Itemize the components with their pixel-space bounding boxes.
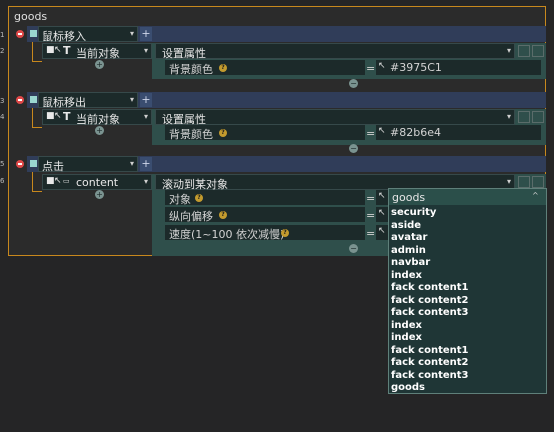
line-number: 3 [0, 97, 5, 105]
line-number: 4 [0, 113, 5, 121]
cursor-icon: ↖ [378, 208, 386, 218]
add-target-icon[interactable]: + [95, 60, 104, 69]
dropdown-option[interactable]: index [391, 320, 541, 332]
dropdown-option[interactable]: aside [391, 220, 541, 232]
action-select[interactable]: 设置属性 ▾ [155, 43, 515, 60]
equals-sign: = [366, 227, 376, 240]
refresh-icon[interactable] [518, 45, 530, 57]
add-target-icon[interactable]: + [95, 190, 104, 199]
equals-sign: = [366, 62, 376, 75]
cursor-icon: ↖ [54, 111, 62, 121]
help-icon: ? [219, 64, 227, 72]
chevron-down-icon: ▾ [143, 46, 148, 55]
image-icon: ▭ [63, 177, 70, 185]
chevron-down-icon: ▾ [143, 177, 148, 186]
cursor-icon: ↖ [54, 45, 62, 55]
chevron-down-icon: ▾ [506, 112, 511, 121]
cursor-icon: ↖ [54, 176, 62, 186]
text-type-icon: T [63, 44, 71, 57]
line-number: 5 [0, 160, 5, 168]
refresh-icon[interactable] [518, 111, 530, 123]
param-value-input[interactable]: ↖ #3975C1 [376, 60, 541, 75]
param-value-input[interactable]: ↖ [376, 207, 388, 222]
param-label-box: 背景颜色 ? [165, 60, 365, 76]
drag-handle-icon[interactable] [30, 160, 37, 167]
settings-icon[interactable] [532, 176, 544, 188]
chevron-up-icon: ^ [532, 191, 539, 200]
cursor-icon: ↖ [378, 226, 386, 236]
dropdown-option[interactable]: index [391, 332, 541, 344]
tree-line [32, 172, 33, 192]
chevron-down-icon: ▾ [506, 46, 511, 55]
equals-sign: = [366, 209, 376, 222]
cursor-icon: ↖ [378, 191, 386, 201]
tree-line [32, 127, 42, 128]
cursor-icon: ↖ [378, 61, 386, 71]
dropdown-option[interactable]: fack content1 [391, 282, 541, 294]
help-icon: ? [219, 129, 227, 137]
param-value-input[interactable]: ↖ [376, 225, 388, 240]
dropdown-option[interactable]: fack content3 [391, 307, 541, 319]
param-label-box: 背景颜色 ? [165, 125, 365, 141]
param-label-box: 纵向偏移 ? [165, 207, 365, 223]
dropdown-option[interactable]: security [391, 207, 541, 219]
line-number: 1 [0, 31, 5, 39]
dropdown-option[interactable]: admin [391, 245, 541, 257]
settings-icon[interactable] [532, 45, 544, 57]
component-title: goods [14, 10, 48, 23]
collapse-icon[interactable]: − [349, 244, 358, 253]
help-icon: ? [281, 229, 289, 237]
chevron-down-icon: ▾ [129, 159, 134, 168]
target-select[interactable]: ■ ↖ ▭ content ▾ [42, 174, 152, 190]
dropdown-option[interactable]: fack content2 [391, 357, 541, 369]
delete-event-icon[interactable] [16, 96, 24, 104]
target-select[interactable]: ■ ↖ T 当前对象 ▾ [42, 109, 152, 126]
help-icon: ? [195, 194, 203, 202]
tree-line [32, 42, 33, 62]
add-action-button[interactable]: + [140, 157, 152, 171]
param-label-box: 对象 ? [165, 190, 365, 206]
collapse-icon[interactable]: − [349, 144, 358, 153]
equals-sign: = [366, 192, 376, 205]
add-action-button[interactable]: + [140, 27, 152, 41]
add-action-button[interactable]: + [140, 93, 152, 107]
chevron-down-icon: ▾ [129, 95, 134, 104]
refresh-icon[interactable] [518, 176, 530, 188]
cursor-icon: ↖ [378, 126, 386, 136]
event-select[interactable]: 鼠标移入 ▾ [38, 26, 138, 43]
param-value-input[interactable]: ↖ #82b6e4 [376, 125, 541, 140]
collapse-icon[interactable]: − [349, 79, 358, 88]
drag-handle-icon[interactable] [30, 96, 37, 103]
dropdown-selected[interactable]: goods ^ [389, 189, 546, 205]
drag-handle-icon[interactable] [30, 30, 37, 37]
param-label-box: 速度(1~100 依次减慢) ? [165, 225, 365, 241]
action-select[interactable]: 设置属性 ▾ [155, 109, 515, 126]
event-select[interactable]: 点击 ▾ [38, 156, 138, 173]
equals-sign: = [366, 127, 376, 140]
dropdown-option[interactable]: navbar [391, 257, 541, 269]
delete-event-icon[interactable] [16, 30, 24, 38]
dropdown-option[interactable]: goods [391, 382, 541, 394]
tree-line [32, 61, 42, 62]
text-type-icon: T [63, 110, 71, 123]
param-value-input[interactable]: ↖ [376, 190, 388, 205]
delete-event-icon[interactable] [16, 160, 24, 168]
dropdown-option[interactable]: index [391, 270, 541, 282]
chevron-down-icon: ▾ [506, 177, 511, 186]
dropdown-option[interactable]: fack content2 [391, 295, 541, 307]
add-target-icon[interactable]: + [95, 126, 104, 135]
line-number: 6 [0, 177, 5, 185]
dropdown-option[interactable]: avatar [391, 232, 541, 244]
chevron-down-icon: ▾ [143, 112, 148, 121]
dropdown-option[interactable]: fack content1 [391, 345, 541, 357]
tree-line [32, 191, 42, 192]
dropdown-option[interactable]: fack content3 [391, 370, 541, 382]
tree-line [32, 108, 33, 128]
event-select[interactable]: 鼠标移出 ▾ [38, 92, 138, 109]
line-number: 2 [0, 47, 5, 55]
chevron-down-icon: ▾ [129, 29, 134, 38]
settings-icon[interactable] [532, 111, 544, 123]
help-icon: ? [219, 211, 227, 219]
target-select[interactable]: ■ ↖ T 当前对象 ▾ [42, 43, 152, 60]
